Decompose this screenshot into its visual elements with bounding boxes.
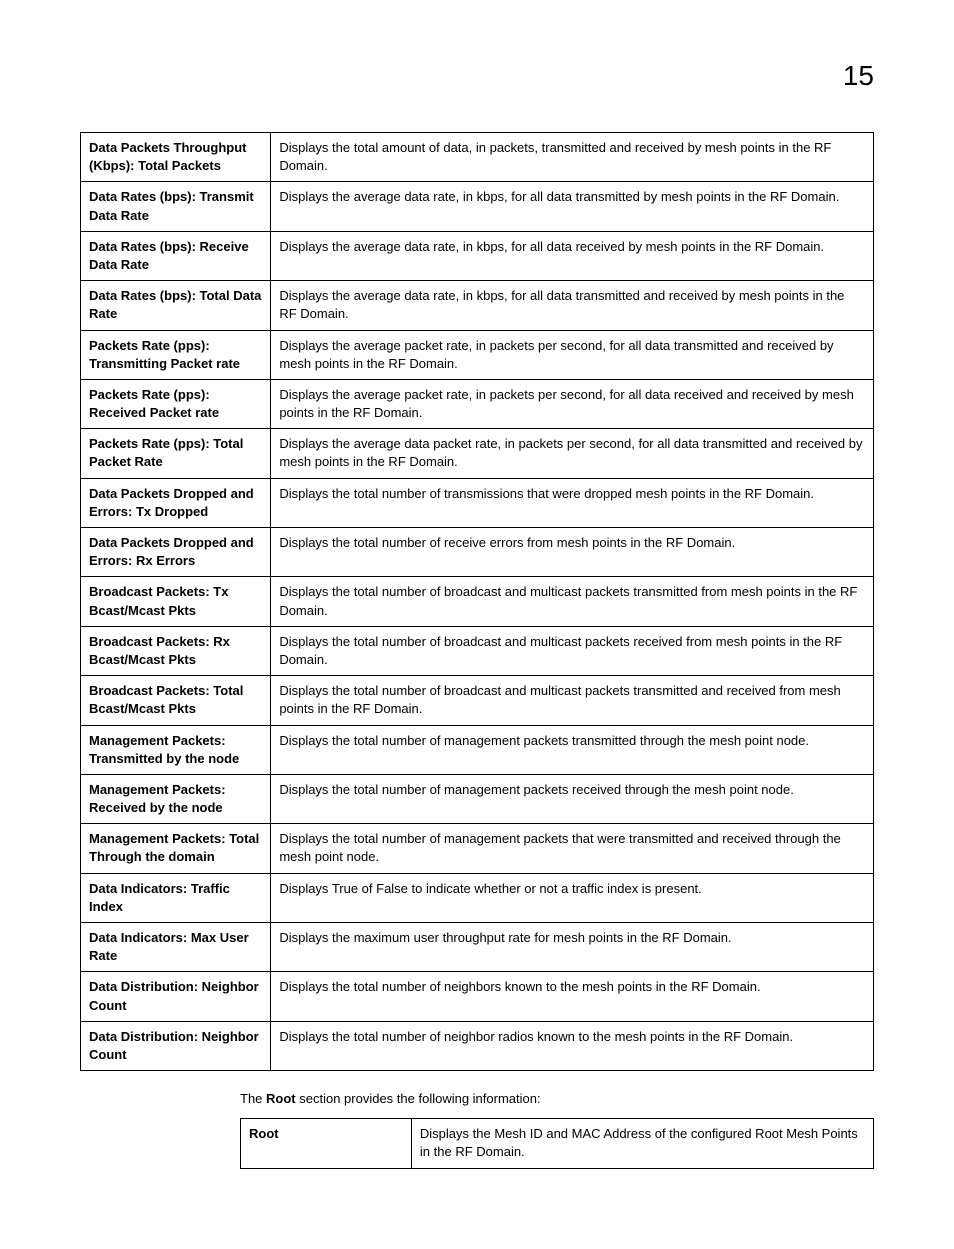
row-label: Management Packets: Transmitted by the n… <box>81 725 271 774</box>
table-row: RootDisplays the Mesh ID and MAC Address… <box>241 1119 874 1168</box>
row-description: Displays the total number of broadcast a… <box>271 577 874 626</box>
table-row: Management Packets: Transmitted by the n… <box>81 725 874 774</box>
row-label: Data Distribution: Neighbor Count <box>81 1021 271 1070</box>
row-description: Displays the total number of neighbor ra… <box>271 1021 874 1070</box>
row-label: Management Packets: Total Through the do… <box>81 824 271 873</box>
table-row: Data Packets Throughput (Kbps): Total Pa… <box>81 133 874 182</box>
row-label: Broadcast Packets: Rx Bcast/Mcast Pkts <box>81 626 271 675</box>
row-label: Packets Rate (pps): Total Packet Rate <box>81 429 271 478</box>
table-row: Broadcast Packets: Tx Bcast/Mcast PktsDi… <box>81 577 874 626</box>
table-row: Management Packets: Received by the node… <box>81 774 874 823</box>
row-label: Packets Rate (pps): Transmitting Packet … <box>81 330 271 379</box>
root-section-intro: The Root section provides the following … <box>240 1091 874 1106</box>
row-description: Displays the average data packet rate, i… <box>271 429 874 478</box>
row-description: Displays the total amount of data, in pa… <box>271 133 874 182</box>
table-row: Packets Rate (pps): Received Packet rate… <box>81 379 874 428</box>
row-description: Displays the total number of neighbors k… <box>271 972 874 1021</box>
table-row: Data Distribution: Neighbor CountDisplay… <box>81 1021 874 1070</box>
table-row: Data Rates (bps): Receive Data RateDispl… <box>81 231 874 280</box>
table-row: Data Indicators: Max User RateDisplays t… <box>81 923 874 972</box>
table-row: Data Distribution: Neighbor CountDisplay… <box>81 972 874 1021</box>
row-description: Displays the average packet rate, in pac… <box>271 330 874 379</box>
page-number: 15 <box>80 60 874 92</box>
table-row: Packets Rate (pps): Total Packet RateDis… <box>81 429 874 478</box>
row-label: Management Packets: Received by the node <box>81 774 271 823</box>
row-label: Data Packets Dropped and Errors: Rx Erro… <box>81 528 271 577</box>
row-description: Displays the average data rate, in kbps,… <box>271 231 874 280</box>
row-description: Displays the total number of broadcast a… <box>271 676 874 725</box>
table-row: Broadcast Packets: Total Bcast/Mcast Pkt… <box>81 676 874 725</box>
table-row: Broadcast Packets: Rx Bcast/Mcast PktsDi… <box>81 626 874 675</box>
row-label: Broadcast Packets: Tx Bcast/Mcast Pkts <box>81 577 271 626</box>
root-table: RootDisplays the Mesh ID and MAC Address… <box>240 1118 874 1168</box>
row-description: Displays the total number of management … <box>271 725 874 774</box>
row-description: Displays the total number of transmissio… <box>271 478 874 527</box>
row-description: Displays the Mesh ID and MAC Address of … <box>411 1119 873 1168</box>
table-row: Data Packets Dropped and Errors: Rx Erro… <box>81 528 874 577</box>
row-description: Displays the average data rate, in kbps,… <box>271 281 874 330</box>
row-description: Displays the maximum user throughput rat… <box>271 923 874 972</box>
table-row: Data Indicators: Traffic IndexDisplays T… <box>81 873 874 922</box>
row-description: Displays the total number of management … <box>271 824 874 873</box>
row-description: Displays the total number of broadcast a… <box>271 626 874 675</box>
row-description: Displays the average data rate, in kbps,… <box>271 182 874 231</box>
table-row: Management Packets: Total Through the do… <box>81 824 874 873</box>
row-label: Data Indicators: Traffic Index <box>81 873 271 922</box>
table-row: Packets Rate (pps): Transmitting Packet … <box>81 330 874 379</box>
intro-suffix: section provides the following informati… <box>296 1091 541 1106</box>
intro-prefix: The <box>240 1091 266 1106</box>
main-table: Data Packets Throughput (Kbps): Total Pa… <box>80 132 874 1071</box>
row-label: Data Packets Dropped and Errors: Tx Drop… <box>81 478 271 527</box>
row-label: Broadcast Packets: Total Bcast/Mcast Pkt… <box>81 676 271 725</box>
row-label: Root <box>241 1119 412 1168</box>
row-label: Packets Rate (pps): Received Packet rate <box>81 379 271 428</box>
table-row: Data Rates (bps): Total Data RateDisplay… <box>81 281 874 330</box>
row-description: Displays the average packet rate, in pac… <box>271 379 874 428</box>
row-label: Data Distribution: Neighbor Count <box>81 972 271 1021</box>
row-label: Data Rates (bps): Total Data Rate <box>81 281 271 330</box>
table-row: Data Packets Dropped and Errors: Tx Drop… <box>81 478 874 527</box>
row-label: Data Packets Throughput (Kbps): Total Pa… <box>81 133 271 182</box>
row-label: Data Indicators: Max User Rate <box>81 923 271 972</box>
row-label: Data Rates (bps): Receive Data Rate <box>81 231 271 280</box>
intro-bold: Root <box>266 1091 296 1106</box>
row-description: Displays True of False to indicate wheth… <box>271 873 874 922</box>
row-label: Data Rates (bps): Transmit Data Rate <box>81 182 271 231</box>
row-description: Displays the total number of management … <box>271 774 874 823</box>
table-row: Data Rates (bps): Transmit Data RateDisp… <box>81 182 874 231</box>
row-description: Displays the total number of receive err… <box>271 528 874 577</box>
